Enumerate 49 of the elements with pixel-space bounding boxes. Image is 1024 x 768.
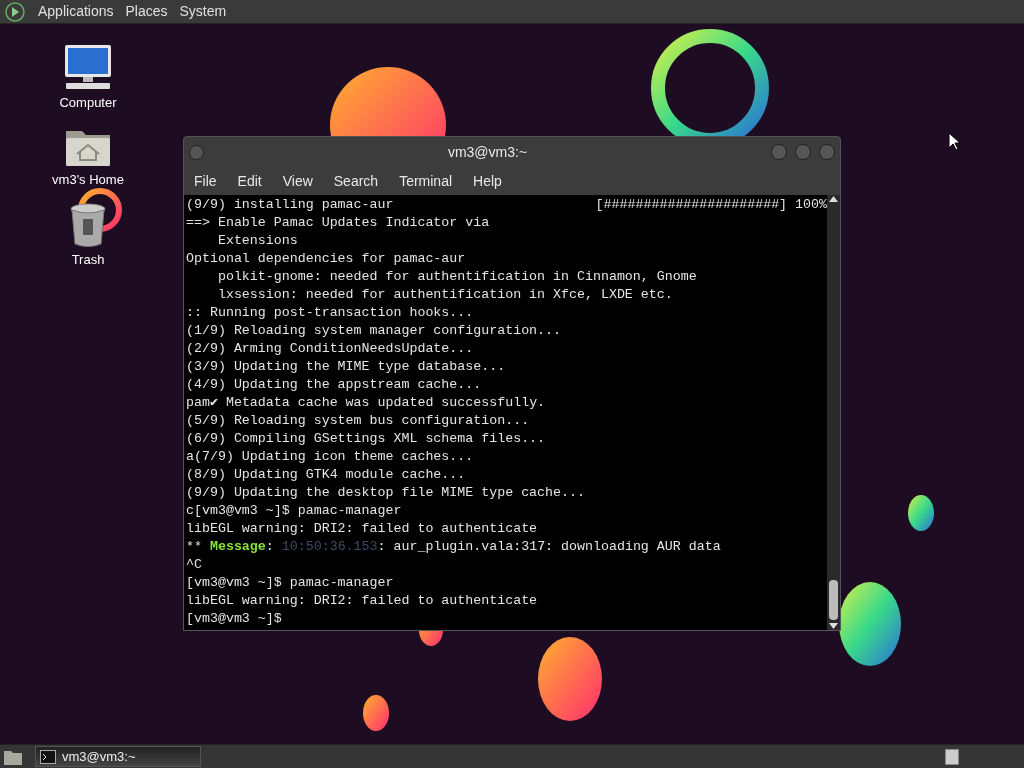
terminal-line: (2/9) Arming ConditionNeedsUpdate... bbox=[186, 340, 474, 358]
terminal-icon bbox=[40, 749, 56, 764]
terminal-line: [vm3@vm3 ~]$ bbox=[186, 610, 282, 628]
terminal-line: ** Message: 10:50:36.153: aur_plugin.vala:317: downloading AUR data bbox=[186, 538, 721, 556]
scrollbar[interactable] bbox=[827, 195, 840, 630]
scroll-down-icon[interactable] bbox=[829, 622, 838, 630]
trash-icon bbox=[69, 203, 107, 247]
progress-text: [######################] 100% bbox=[595, 196, 827, 214]
desktop-icon-label[interactable]: vm3's Home bbox=[52, 169, 124, 189]
menu-item[interactable]: View bbox=[282, 170, 313, 192]
terminal-line: Extensions bbox=[216, 232, 298, 250]
panel-menu[interactable]: System bbox=[179, 1, 227, 22]
taskbar-window-button[interactable]: vm3@vm3:~ bbox=[35, 746, 201, 767]
panel-menu[interactable]: Applications bbox=[38, 1, 114, 22]
terminal-line: (9/9) installing pamac-aur bbox=[186, 196, 394, 214]
terminal-line: pam✔ Metadata cache was updated successfully. bbox=[186, 394, 546, 412]
scrollbar-thumb[interactable] bbox=[829, 580, 838, 620]
terminal-line: ==> Enable Pamac Updates Indicator via bbox=[186, 214, 490, 232]
terminal-line: libEGL warning: DRI2: failed to authenticate bbox=[186, 520, 538, 538]
terminal-line: (3/9) Updating the MIME type database... bbox=[186, 358, 506, 376]
menu-item[interactable]: Search bbox=[333, 170, 379, 192]
menu-item[interactable]: Help bbox=[473, 170, 502, 192]
terminal-line: polkit-gnome: needed for authentification in Cinnamon, Gnome bbox=[216, 268, 697, 286]
terminal-line: (5/9) Reloading system bus configuration... bbox=[186, 412, 530, 430]
terminal-line: Optional dependencies for pamac-aur bbox=[186, 250, 466, 268]
terminal-line: (9/9) Updating the desktop file MIME type cache... bbox=[186, 484, 585, 502]
terminal-line: libEGL warning: DRI2: failed to authenticate bbox=[186, 592, 538, 610]
menu-item[interactable]: Edit bbox=[237, 170, 262, 192]
terminal-line: ^C bbox=[186, 556, 202, 574]
mouse-cursor-icon bbox=[948, 132, 960, 151]
menu-item[interactable]: Terminal bbox=[399, 170, 453, 192]
terminal-line: (4/9) Updating the appstream cache... bbox=[186, 376, 482, 394]
window-title: vm3@vm3:~ bbox=[446, 142, 529, 162]
terminal-line: :: Running post-transaction hooks... bbox=[186, 304, 474, 322]
menu-item[interactable]: File bbox=[194, 170, 217, 192]
terminal-line: (6/9) Compiling GSettings XML schema files... bbox=[186, 430, 546, 448]
workspace-switcher[interactable] bbox=[945, 748, 959, 765]
panel-menu[interactable]: Places bbox=[125, 1, 168, 22]
computer-icon bbox=[63, 44, 113, 90]
terminal-line: (1/9) Reloading system manager configuration... bbox=[186, 322, 562, 340]
terminal-line: (8/9) Updating GTK4 module cache... bbox=[186, 466, 466, 484]
terminal-line: a(7/9) Updating icon theme caches... bbox=[186, 448, 474, 466]
terminal-line: lxsession: needed for authentification in Xfce, LXDE etc. bbox=[216, 286, 673, 304]
desktop-icon-label[interactable]: Computer bbox=[59, 93, 117, 113]
terminal-line: c[vm3@vm3 ~]$ pamac-manager bbox=[186, 502, 402, 520]
scroll-up-icon[interactable] bbox=[829, 195, 838, 203]
terminal-line: [vm3@vm3 ~]$ pamac-manager bbox=[186, 574, 394, 592]
logo-icon bbox=[4, 0, 26, 23]
desktop-icon-label[interactable]: Trash bbox=[71, 250, 105, 270]
